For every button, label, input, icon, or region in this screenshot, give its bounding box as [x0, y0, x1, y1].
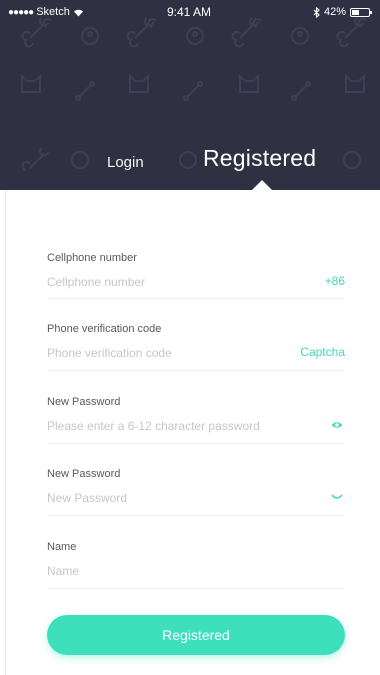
verification-code-input[interactable] — [47, 343, 307, 363]
paw-icon — [179, 151, 197, 169]
registration-form: Cellphone number +86 Phone verification … — [47, 250, 345, 589]
captcha-button[interactable]: Captcha — [300, 345, 345, 359]
paw-icon — [291, 27, 309, 45]
new-password-input[interactable] — [47, 416, 307, 436]
paw-icon — [81, 27, 99, 45]
battery-level-fill — [352, 9, 359, 15]
battery-percentage: 42% — [323, 6, 346, 18]
confirm-password-label: New Password — [47, 468, 121, 480]
active-tab-indicator — [252, 180, 272, 190]
cellphone-input[interactable] — [47, 272, 307, 292]
eye-closed-icon[interactable] — [331, 492, 343, 502]
cat-face-icon — [345, 73, 365, 93]
bone-small-icon — [183, 81, 203, 101]
new-password-field: New Password — [47, 394, 345, 444]
name-field: Name — [47, 539, 345, 589]
cellphone-field: Cellphone number +86 — [47, 250, 345, 299]
eye-icon[interactable] — [331, 420, 343, 430]
header-banner: ●●●●● Sketch 9:41 AM 42% Login Registere… — [0, 0, 380, 190]
bluetooth-icon — [313, 6, 320, 18]
register-submit-button[interactable]: Registered — [47, 615, 345, 655]
cat-face-icon — [129, 73, 149, 93]
paw-icon — [186, 27, 204, 45]
cellphone-label: Cellphone number — [47, 252, 137, 264]
pet-pattern-background — [21, 17, 367, 171]
status-right: 42% — [230, 6, 372, 18]
name-input[interactable] — [47, 561, 307, 581]
carrier-name: Sketch — [36, 6, 70, 18]
status-bar: ●●●●● Sketch 9:41 AM 42% — [0, 0, 380, 24]
country-code-selector[interactable]: +86 — [325, 274, 345, 288]
battery-icon — [350, 7, 372, 17]
screen-edge-divider — [5, 190, 6, 675]
signal-strength-icon: ●●●●● — [8, 6, 34, 18]
wifi-icon — [73, 9, 83, 16]
verification-code-field: Phone verification code Captcha — [47, 321, 345, 371]
confirm-password-input[interactable] — [47, 488, 307, 508]
tab-login[interactable]: Login — [107, 154, 144, 171]
tab-registered[interactable]: Registered — [203, 145, 316, 172]
confirm-password-field: New Password — [47, 466, 345, 516]
carrier-info: ●●●●● Sketch — [8, 6, 148, 18]
new-password-label: New Password — [47, 396, 121, 408]
name-label: Name — [47, 541, 77, 553]
bone-small-icon — [75, 81, 95, 101]
bone-icon — [21, 147, 49, 171]
paw-icon — [343, 151, 361, 169]
clock: 9:41 AM — [166, 5, 212, 19]
paw-icon — [71, 151, 89, 169]
verification-code-label: Phone verification code — [47, 323, 162, 335]
cat-face-icon — [239, 73, 259, 93]
cat-face-icon — [21, 73, 41, 93]
bone-small-icon — [291, 81, 311, 101]
